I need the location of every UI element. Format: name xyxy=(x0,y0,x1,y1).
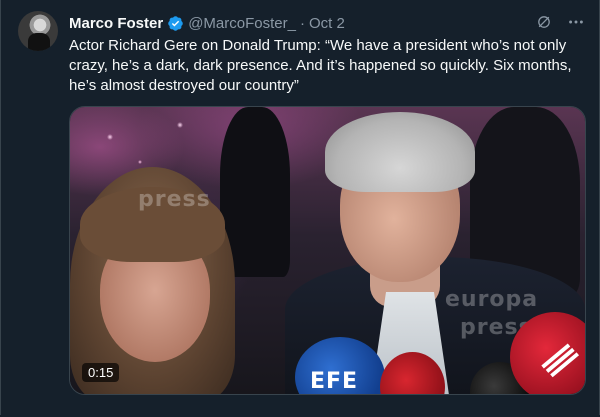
separator-dot: · xyxy=(299,14,305,32)
tweet-card[interactable]: Marco Foster @MarcoFoster_ · Oct 2 Actor… xyxy=(0,0,600,415)
watermark-press-left: press xyxy=(138,187,211,212)
video-duration: 0:15 xyxy=(82,363,120,382)
tweet-header: Marco Foster @MarcoFoster_ · Oct 2 xyxy=(69,13,345,33)
tweet-date[interactable]: Oct 2 xyxy=(309,15,345,32)
verified-badge-icon[interactable] xyxy=(167,15,184,32)
watermark-europa: europa xyxy=(445,287,539,312)
header-actions xyxy=(535,13,585,31)
more-options-icon[interactable] xyxy=(567,13,585,31)
tweet-text: Actor Richard Gere on Donald Trump: “We … xyxy=(69,37,572,94)
man-hair xyxy=(325,112,475,192)
author-avatar[interactable] xyxy=(18,11,58,51)
author-handle[interactable]: @MarcoFoster_ xyxy=(188,15,296,32)
grok-icon[interactable] xyxy=(535,13,553,31)
video-player[interactable]: press europa press EFE 0:15 xyxy=(69,106,586,395)
microphone-label-efe: EFE xyxy=(310,369,359,394)
author-name[interactable]: Marco Foster xyxy=(69,15,163,32)
